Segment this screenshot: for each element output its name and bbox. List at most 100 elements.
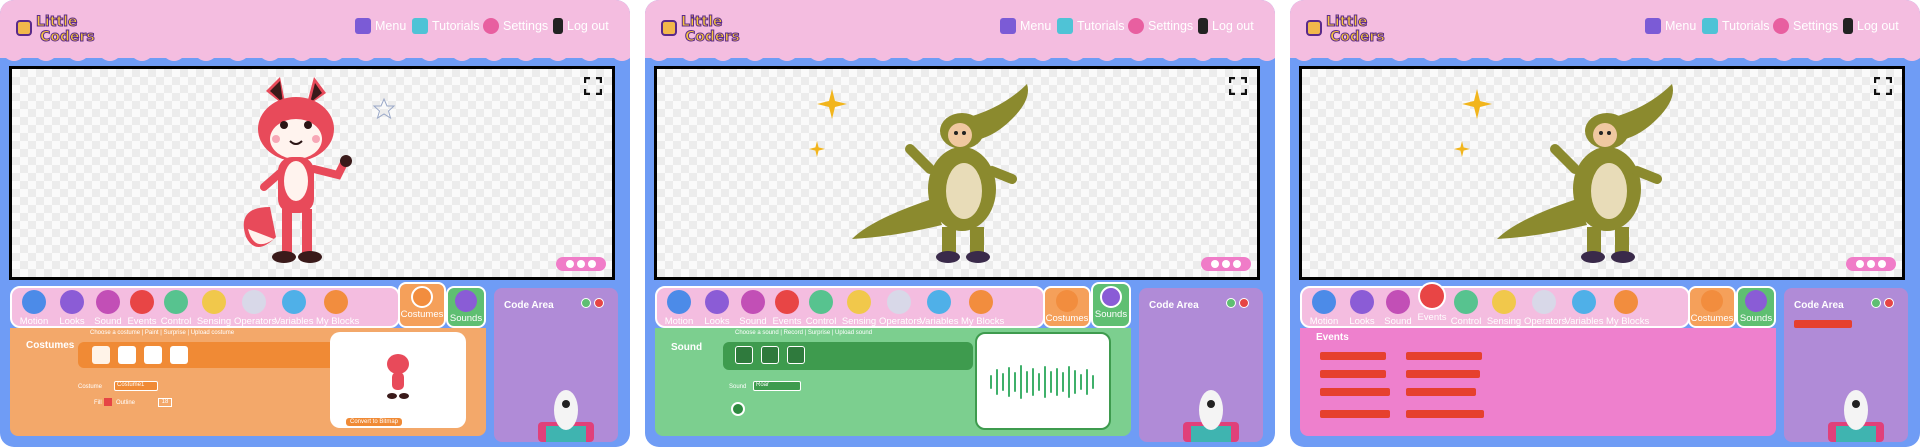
fill-swatch[interactable] [104, 398, 112, 406]
nav-menu[interactable]: Menu [1645, 16, 1696, 36]
tab-sounds[interactable]: Sounds [1736, 286, 1776, 328]
nav-settings[interactable]: Settings [1128, 16, 1193, 36]
crocodile-sprite[interactable] [1497, 79, 1697, 269]
nav-logout[interactable]: Log out [1843, 16, 1899, 36]
stage-controls[interactable] [1201, 257, 1251, 271]
sound-toolbar[interactable]: Choose a sound | Record | Surprise | Upl… [735, 330, 872, 336]
category-looks[interactable]: Looks [697, 290, 737, 327]
green-flag-button[interactable] [1226, 298, 1236, 308]
stage[interactable] [9, 66, 615, 280]
sound-thumb[interactable] [761, 346, 779, 364]
stage-controls[interactable] [1846, 257, 1896, 271]
costume-thumb[interactable] [92, 346, 110, 364]
nav-tutorials[interactable]: Tutorials [1702, 16, 1769, 36]
code-area[interactable]: Code Area [1784, 288, 1908, 442]
category-motion[interactable]: Motion [14, 290, 54, 327]
category-operators[interactable]: Operators [879, 290, 921, 327]
category-variables[interactable]: Variables [274, 290, 314, 327]
logo-mark-icon [1306, 20, 1322, 36]
costume-thumb[interactable] [118, 346, 136, 364]
stop-button[interactable] [1884, 298, 1894, 308]
category-control[interactable]: Control [156, 290, 196, 327]
tab-costumes[interactable]: Costumes [1043, 286, 1091, 328]
sound-thumb[interactable] [787, 346, 805, 364]
stage-controls[interactable] [556, 257, 606, 271]
stop-button[interactable] [1239, 298, 1249, 308]
category-sensing[interactable]: Sensing [194, 290, 234, 327]
tab-costumes[interactable]: Costumes [398, 282, 446, 328]
menu-icon [1645, 18, 1661, 34]
category-my-blocks[interactable]: My Blocks [1606, 290, 1649, 327]
event-block[interactable] [1406, 370, 1480, 378]
costume-toolbar[interactable]: Choose a costume | Paint | Surprise | Up… [90, 330, 234, 336]
logo[interactable]: Little Coders [661, 12, 751, 46]
tab-costumes[interactable]: Costumes [1688, 286, 1736, 328]
nav-logout[interactable]: Log out [553, 16, 609, 36]
event-block[interactable] [1320, 388, 1390, 396]
event-block[interactable] [1406, 410, 1484, 418]
category-variables[interactable]: Variables [919, 290, 959, 327]
category-my-blocks[interactable]: My Blocks [961, 290, 1004, 327]
sound-thumb[interactable] [735, 346, 753, 364]
event-block[interactable] [1406, 388, 1476, 396]
code-block[interactable] [1794, 320, 1852, 328]
category-control[interactable]: Control [801, 290, 841, 327]
crocodile-sprite[interactable] [852, 79, 1052, 269]
category-motion[interactable]: Motion [659, 290, 699, 327]
category-looks[interactable]: Looks [1342, 290, 1382, 327]
event-block[interactable] [1320, 410, 1390, 418]
logo[interactable]: Little Coders [16, 12, 106, 46]
nav-settings[interactable]: Settings [1773, 16, 1838, 36]
category-sensing[interactable]: Sensing [1484, 290, 1524, 327]
green-flag-button[interactable] [1871, 298, 1881, 308]
event-block[interactable] [1320, 352, 1386, 360]
category-operators[interactable]: Operators [1524, 290, 1566, 327]
nav-tutorials[interactable]: Tutorials [412, 16, 479, 36]
tutorials-icon [1702, 18, 1718, 34]
costume-thumb[interactable] [144, 346, 162, 364]
stage[interactable] [1299, 66, 1905, 280]
event-block[interactable] [1406, 352, 1482, 360]
outline-size-input[interactable]: 18 [158, 398, 172, 407]
tab-sounds[interactable]: Sounds [446, 286, 486, 328]
tab-sounds[interactable]: Sounds [1091, 282, 1131, 328]
fullscreen-icon[interactable] [1874, 77, 1892, 95]
section-title: Sound [671, 342, 703, 353]
stage[interactable] [654, 66, 1260, 280]
event-block[interactable] [1320, 370, 1386, 378]
category-variables[interactable]: Variables [1564, 290, 1604, 327]
nav-tutorials[interactable]: Tutorials [1057, 16, 1124, 36]
nav-tutorials-label: Tutorials [1722, 19, 1770, 33]
nav-menu[interactable]: Menu [355, 16, 406, 36]
costume-label: Costume [78, 384, 103, 390]
category-motion[interactable]: Motion [1304, 290, 1344, 327]
logo[interactable]: Little Coders [1306, 12, 1396, 46]
category-bar: Motion Looks Sound Events Control Sensin… [10, 286, 400, 328]
nav-settings-label: Settings [1148, 19, 1194, 33]
costume-thumb[interactable] [170, 346, 188, 364]
code-area[interactable]: Code Area [494, 288, 618, 442]
green-flag-button[interactable] [581, 298, 591, 308]
header: Little Coders Menu Tutorials Settings Lo… [0, 0, 630, 58]
convert-to-bitmap-button[interactable]: Convert to Bitmap [346, 418, 403, 426]
nav-menu[interactable]: Menu [1000, 16, 1051, 36]
sound-name-input[interactable]: Roar [753, 381, 801, 391]
category-control[interactable]: Control [1446, 290, 1486, 327]
fullscreen-icon[interactable] [584, 77, 602, 95]
nav-settings[interactable]: Settings [483, 16, 548, 36]
category-sensing[interactable]: Sensing [839, 290, 879, 327]
category-looks[interactable]: Looks [52, 290, 92, 327]
category-my-blocks[interactable]: My Blocks [316, 290, 359, 327]
nav-logout-label: Log out [1212, 19, 1254, 33]
category-operators[interactable]: Operators [234, 290, 276, 327]
nav-logout[interactable]: Log out [1198, 16, 1254, 36]
section-title: Events [1316, 332, 1349, 343]
fullscreen-icon[interactable] [1229, 77, 1247, 95]
costume-name-input[interactable]: Costume1 [114, 381, 158, 391]
logo-text-line1: Little [680, 14, 723, 31]
robot-mascot-icon [538, 390, 594, 442]
stop-button[interactable] [594, 298, 604, 308]
code-area[interactable]: Code Area [1139, 288, 1263, 442]
play-icon[interactable] [731, 402, 745, 416]
fox-sprite[interactable] [240, 77, 360, 273]
